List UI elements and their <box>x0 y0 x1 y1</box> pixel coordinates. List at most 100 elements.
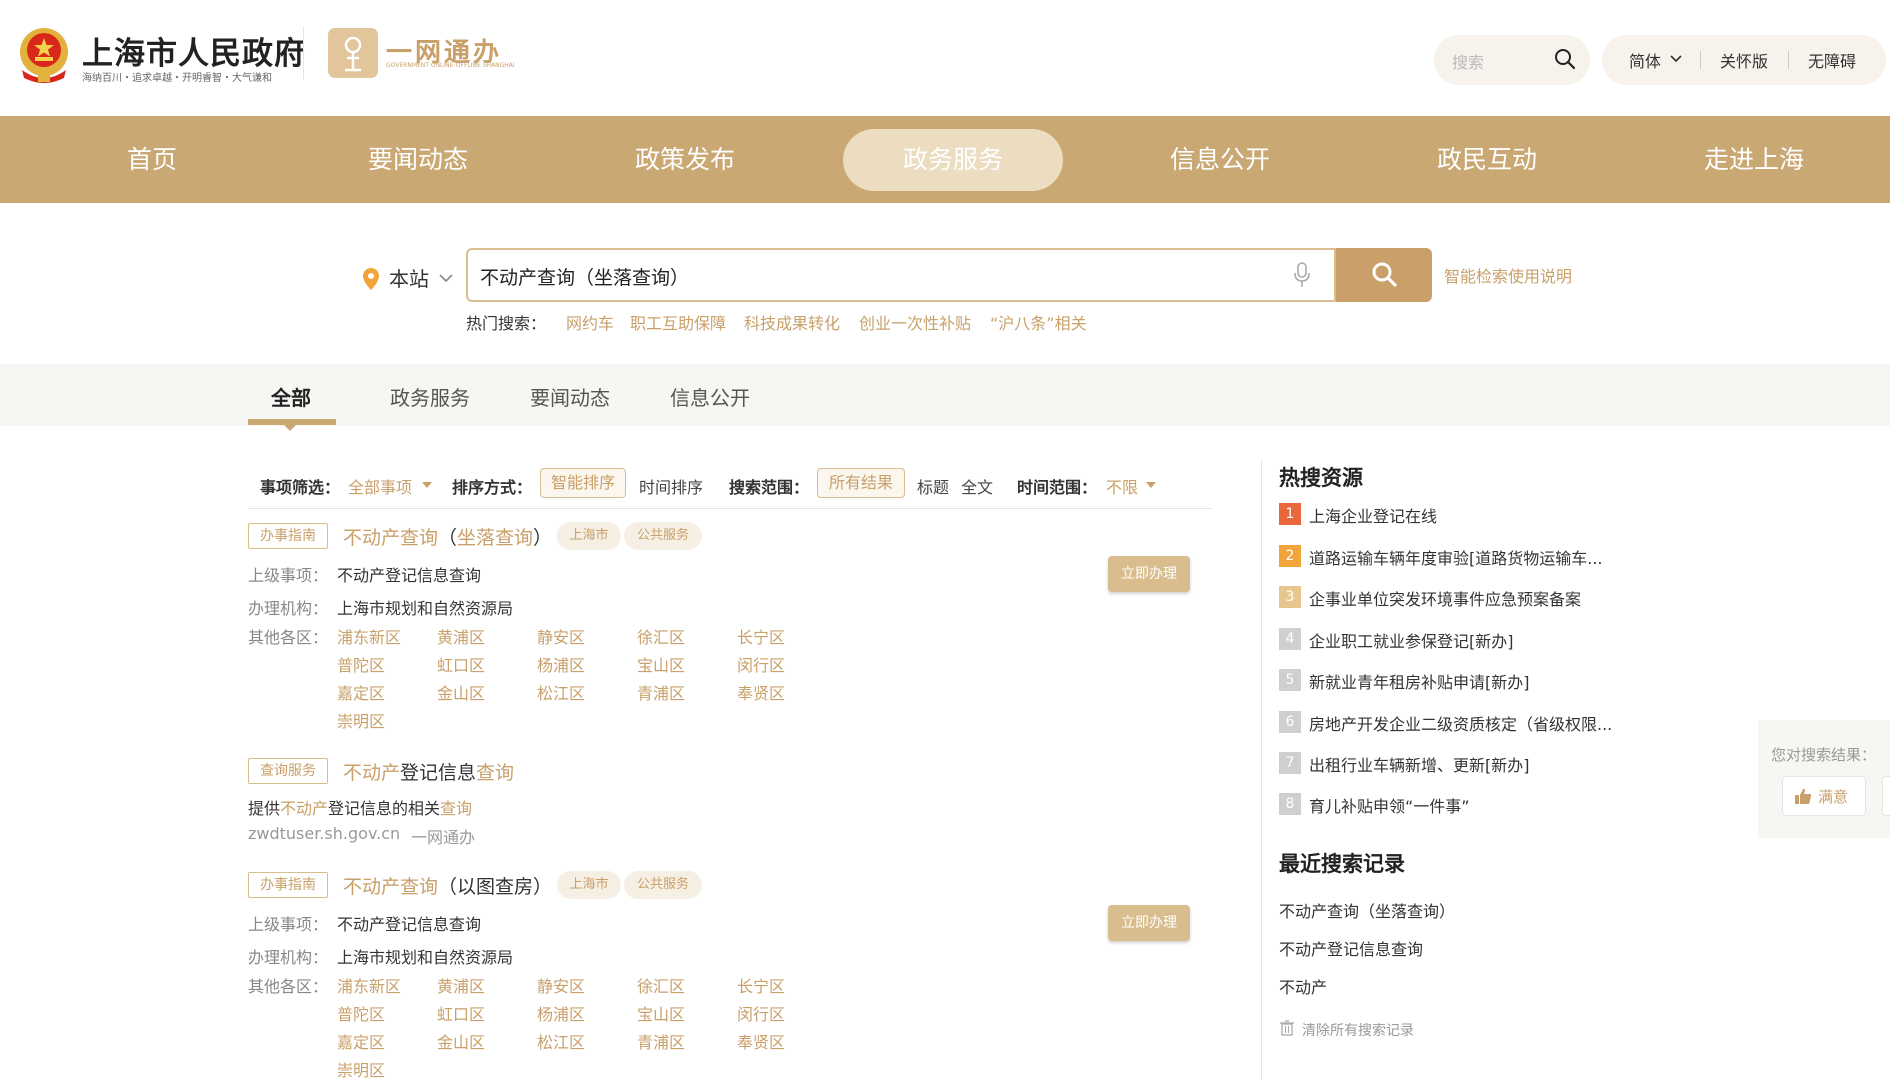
hot-resource-item[interactable]: 企业职工就业参保登记[新办] <box>1309 628 1514 652</box>
district-link[interactable]: 虹口区 <box>437 652 485 676</box>
accessibility-link[interactable]: 无障碍 <box>1808 48 1856 72</box>
hot-resource-item[interactable]: 新就业青年租房补贴申请[新办] <box>1309 669 1530 693</box>
district-link[interactable]: 黄浦区 <box>437 624 485 648</box>
ywtb-logo-icon[interactable] <box>328 28 378 78</box>
nav-interaction[interactable]: 政民互动 <box>1412 116 1562 203</box>
district-link[interactable]: 青浦区 <box>637 1029 685 1053</box>
district-link[interactable]: 浦东新区 <box>337 973 401 997</box>
tab-info-disclosure[interactable]: 信息公开 <box>670 382 750 411</box>
tab-all[interactable]: 全部 <box>271 382 311 411</box>
unsatisfied-button[interactable] <box>1882 776 1890 816</box>
district-link[interactable]: 金山区 <box>437 1029 485 1053</box>
satisfied-label[interactable]: 满意 <box>1818 786 1848 807</box>
district-link[interactable]: 青浦区 <box>637 680 685 704</box>
location-pin-icon <box>363 268 379 290</box>
hot-resource-item[interactable]: 育儿补贴申领“一件事” <box>1309 793 1470 817</box>
site-title[interactable]: 上海市人民政府 <box>82 28 306 73</box>
thumbs-up-icon[interactable] <box>1794 787 1812 805</box>
recent-search-item[interactable]: 不动产查询（坐落查询） <box>1279 898 1455 922</box>
district-link[interactable]: 黄浦区 <box>437 973 485 997</box>
district-link[interactable]: 杨浦区 <box>537 652 585 676</box>
district-link[interactable]: 浦东新区 <box>337 624 401 648</box>
chevron-down-icon[interactable] <box>1669 52 1683 66</box>
caret-down-icon[interactable] <box>1146 482 1156 488</box>
time-range-label: 时间范围： <box>1017 478 1098 497</box>
search-icon[interactable] <box>1553 47 1577 71</box>
district-link[interactable]: 奉贤区 <box>737 1029 785 1053</box>
recent-search-item[interactable]: 不动产 <box>1279 974 1327 998</box>
hot-search-term[interactable]: 职工互助保障 <box>630 310 726 334</box>
sort-time-option[interactable]: 时间排序 <box>639 474 703 498</box>
district-link[interactable]: 嘉定区 <box>337 1029 385 1053</box>
sort-smart-option[interactable]: 智能排序 <box>540 468 626 498</box>
nav-services[interactable]: 政务服务 <box>878 116 1028 203</box>
tab-news[interactable]: 要闻动态 <box>530 382 610 411</box>
district-link[interactable]: 闵行区 <box>737 652 785 676</box>
district-link[interactable]: 静安区 <box>537 624 585 648</box>
time-range-select[interactable]: 不限 <box>1106 474 1138 498</box>
district-link[interactable]: 长宁区 <box>737 624 785 648</box>
hot-search-term[interactable]: 创业一次性补贴 <box>859 310 971 334</box>
search-query-text[interactable]: 不动产查询（坐落查询） <box>480 263 689 290</box>
chevron-down-icon[interactable] <box>438 270 454 286</box>
result-source-url[interactable]: zwdtuser.sh.gov.cn <box>248 824 400 843</box>
nav-home[interactable]: 首页 <box>92 116 212 203</box>
district-link[interactable]: 长宁区 <box>737 973 785 997</box>
hot-resource-item[interactable]: 上海企业登记在线 <box>1309 503 1437 527</box>
district-link[interactable]: 宝山区 <box>637 652 685 676</box>
district-link[interactable]: 松江区 <box>537 1029 585 1053</box>
apply-now-button[interactable]: 立即办理 <box>1108 905 1190 941</box>
district-link[interactable]: 松江区 <box>537 680 585 704</box>
hot-search-term[interactable]: 网约车 <box>566 310 614 334</box>
district-link[interactable]: 宝山区 <box>637 1001 685 1025</box>
filter-item-select[interactable]: 全部事项 <box>348 474 412 498</box>
district-link[interactable]: 徐汇区 <box>637 624 685 648</box>
scope-fulltext-option[interactable]: 全文 <box>961 474 993 498</box>
district-link[interactable]: 普陀区 <box>337 652 385 676</box>
district-link[interactable]: 金山区 <box>437 680 485 704</box>
result-title[interactable]: 不动产登记信息查询 <box>343 758 514 785</box>
nav-policy[interactable]: 政策发布 <box>610 116 760 203</box>
hot-search-term[interactable]: 科技成果转化 <box>744 310 840 334</box>
title-highlight: 坐落查询 <box>457 527 534 549</box>
search-icon[interactable] <box>1370 260 1398 288</box>
district-link[interactable]: 普陀区 <box>337 1001 385 1025</box>
desc-highlight: 不动产 <box>280 799 329 818</box>
district-link[interactable]: 静安区 <box>537 973 585 997</box>
trash-icon[interactable] <box>1280 1020 1294 1036</box>
nav-about-shanghai[interactable]: 走进上海 <box>1679 116 1829 203</box>
scope-title-option[interactable]: 标题 <box>917 474 949 498</box>
district-link[interactable]: 杨浦区 <box>537 1001 585 1025</box>
result-title[interactable]: 不动产查询（以图查房） <box>343 872 552 899</box>
language-select[interactable]: 简体 <box>1629 48 1661 72</box>
care-mode-link[interactable]: 关怀版 <box>1720 48 1768 72</box>
district-link[interactable]: 崇明区 <box>337 708 385 732</box>
caret-down-icon[interactable] <box>422 482 432 488</box>
nav-info-disclosure[interactable]: 信息公开 <box>1145 116 1295 203</box>
district-link[interactable]: 闵行区 <box>737 1001 785 1025</box>
recent-search-item[interactable]: 不动产登记信息查询 <box>1279 936 1423 960</box>
search-scope-select[interactable]: 本站 <box>389 263 429 292</box>
national-emblem-logo[interactable] <box>18 26 70 84</box>
result-tag: 办事指南 <box>248 523 328 549</box>
district-link[interactable]: 嘉定区 <box>337 680 385 704</box>
nav-news[interactable]: 要闻动态 <box>343 116 493 203</box>
desc-highlight: 查询 <box>440 799 473 818</box>
hot-resource-item[interactable]: 房地产开发企业二级资质核定（省级权限... <box>1309 711 1612 735</box>
hot-search-label: 热门搜索： <box>466 314 547 333</box>
hot-resource-item[interactable]: 出租行业车辆新增、更新[新办] <box>1309 752 1530 776</box>
tab-services[interactable]: 政务服务 <box>390 382 470 411</box>
hot-search-term[interactable]: “沪八条”相关 <box>990 310 1087 334</box>
district-link[interactable]: 徐汇区 <box>637 973 685 997</box>
district-link[interactable]: 虹口区 <box>437 1001 485 1025</box>
hot-resource-item[interactable]: 企事业单位突发环境事件应急预案备案 <box>1309 586 1581 610</box>
district-link[interactable]: 奉贤区 <box>737 680 785 704</box>
apply-now-button[interactable]: 立即办理 <box>1108 556 1190 592</box>
scope-all-option[interactable]: 所有结果 <box>817 468 905 498</box>
microphone-icon[interactable] <box>1292 261 1312 289</box>
search-help-link[interactable]: 智能检索使用说明 <box>1444 263 1572 287</box>
hot-resource-item[interactable]: 道路运输车辆年度审验[道路货物运输车... <box>1309 545 1603 569</box>
district-link[interactable]: 崇明区 <box>337 1057 385 1080</box>
result-title[interactable]: 不动产查询（坐落查询） <box>343 523 552 550</box>
clear-search-history-link[interactable]: 清除所有搜索记录 <box>1302 1020 1414 1040</box>
